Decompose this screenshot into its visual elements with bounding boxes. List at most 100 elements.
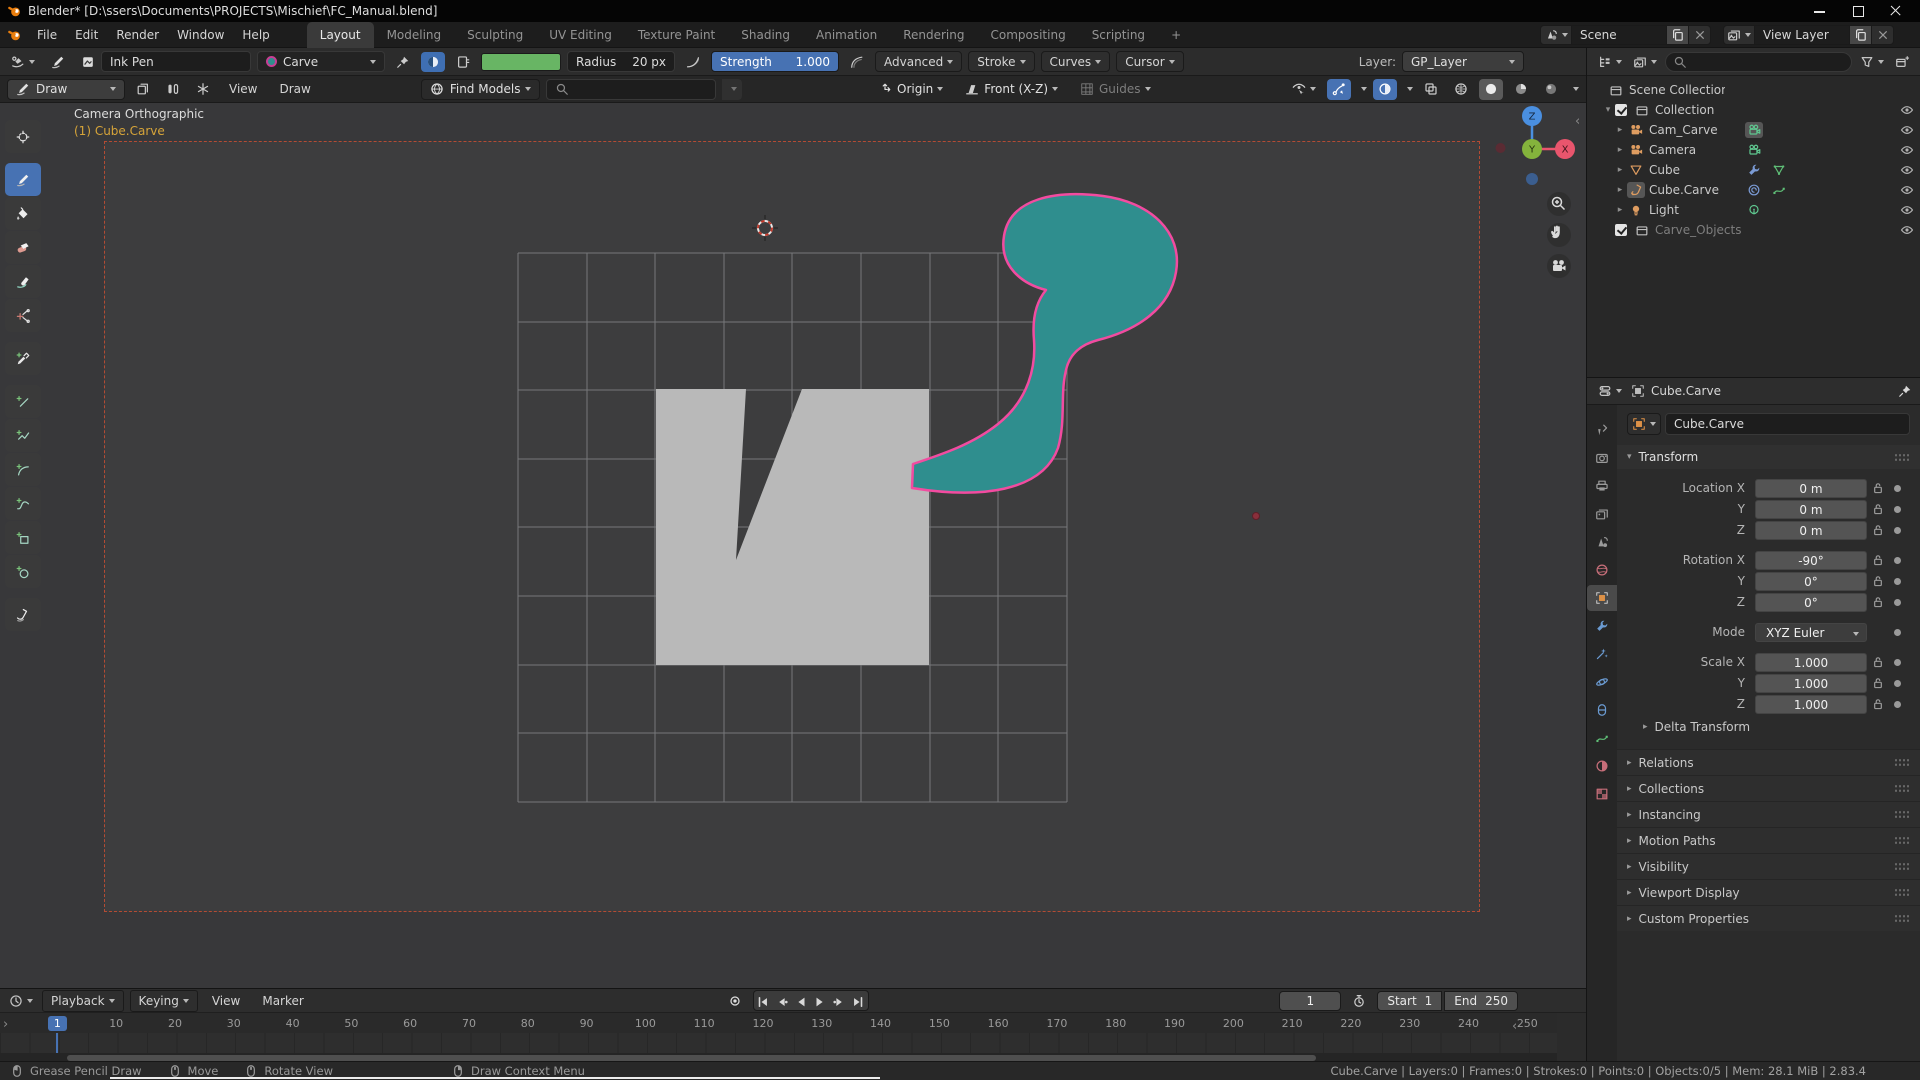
panel-section-instancing[interactable]: ▸ Instancing [1617,801,1920,827]
workspace-tab-rendering[interactable]: Rendering [890,22,977,48]
tablet-pressure-icon[interactable] [451,51,475,72]
hide-eye-icon[interactable] [1900,123,1914,137]
expand-caret[interactable]: ▾ [1601,105,1615,115]
workspace-tab-animation[interactable]: Animation [803,22,890,48]
blender-logo-icon[interactable] [8,28,22,42]
lock-icon[interactable] [1867,655,1889,669]
outliner-row-scene-collection[interactable]: Scene Collection [1587,80,1920,100]
view-layer-name-field[interactable]: View Layer [1754,25,1850,45]
panel-section-visibility[interactable]: ▸ Visibility [1617,853,1920,879]
animate-dot[interactable] [1894,701,1901,708]
hide-eye-icon[interactable] [1900,223,1914,237]
current-frame-line[interactable] [56,1033,58,1053]
workspace-tab-texture-paint[interactable]: Texture Paint [625,22,728,48]
gizmos-toggle[interactable] [1327,79,1351,100]
xray-toggle[interactable] [1419,79,1443,100]
3d-viewport[interactable]: Draw ViewDraw Find Models Origin Front (… [0,76,1586,988]
view-layer-browse-button[interactable] [1723,25,1754,45]
snap-toggle[interactable] [191,79,215,100]
value-slider[interactable]: 0 m [1755,479,1867,498]
scene-copy-button[interactable] [1667,25,1689,45]
outliner-row-carve-objects[interactable]: Carve_Objects [1587,220,1920,240]
search-expand-button[interactable] [722,79,742,100]
transport-play[interactable] [811,991,830,1011]
value-slider[interactable]: XYZ Euler [1755,623,1867,642]
properties-tab-scene[interactable] [1587,529,1617,555]
brush-icon[interactable] [46,51,70,72]
value-slider[interactable]: 0 m [1755,521,1867,540]
drag-handle-icon[interactable] [1894,758,1910,767]
axis-neg-x-ball[interactable] [1496,143,1506,153]
properties-tab-object-data[interactable] [1587,725,1617,751]
tool-button-polyline[interactable] [5,419,41,452]
transport-prev-keyframe[interactable] [773,991,792,1011]
delta-transform-subpanel[interactable]: ▸ Delta Transform [1617,715,1920,739]
properties-tab-output[interactable] [1587,473,1617,499]
zoom-button[interactable] [1547,192,1571,216]
view-layer-copy-button[interactable] [1850,25,1872,45]
lock-icon[interactable] [1867,676,1889,690]
brush-preset-button[interactable] [6,51,40,72]
shading-wireframe-button[interactable] [1449,79,1473,100]
strength-slider[interactable]: Strength1.000 [711,51,839,72]
drag-handle-icon[interactable] [1894,810,1910,819]
minimize-icon[interactable] [1814,5,1826,17]
animate-dot[interactable] [1894,680,1901,687]
tool-button-arc[interactable] [5,453,41,486]
panel-section-motion-paths[interactable]: ▸ Motion Paths [1617,827,1920,853]
tool-button-draw[interactable] [5,163,41,196]
drag-handle-icon[interactable] [1894,453,1910,462]
current-frame-field[interactable]: 1 [1279,991,1341,1011]
tool-button-erase[interactable] [5,231,41,264]
placement-dropdown[interactable]: Origin [870,79,951,100]
wrench-icon[interactable] [1745,162,1763,178]
workspace-tab-shading[interactable]: Shading [728,22,803,48]
timeline-channels[interactable] [0,1033,1557,1053]
strength-falloff-icon[interactable] [845,51,869,72]
drawing-plane-dropdown[interactable]: Front (X-Z) [957,79,1066,100]
animate-dot[interactable] [1894,557,1901,564]
hide-eye-icon[interactable] [1900,143,1914,157]
expand-caret[interactable]: ▸ [1613,145,1627,155]
menu-edit[interactable]: Edit [66,24,107,46]
expand-caret[interactable]: ▸ [1613,165,1627,175]
object-id-icon-button[interactable] [1627,413,1661,435]
shading-solid-button[interactable] [1479,79,1503,100]
find-models-search-input[interactable] [546,79,716,100]
drag-handle-icon[interactable] [1894,888,1910,897]
lock-icon[interactable] [1867,697,1889,711]
workspace-tab-sculpting[interactable]: Sculpting [454,22,536,48]
properties-tab-world[interactable] [1587,557,1617,583]
exclude-checkbox[interactable] [1615,104,1627,116]
timeline-menu-view[interactable]: View [204,991,248,1011]
camera-view-button[interactable] [1547,254,1571,278]
find-models-dropdown[interactable]: Find Models [421,79,540,100]
axis-neg-z-ball[interactable] [1526,173,1538,185]
outliner-row-cube[interactable]: ▸ Cube [1587,160,1920,180]
workspace-tab-compositing[interactable]: Compositing [977,22,1078,48]
animate-dot[interactable] [1894,485,1901,492]
lock-icon[interactable] [1867,481,1889,495]
workspace-tab-scripting[interactable]: Scripting [1079,22,1158,48]
panel-section-custom-properties[interactable]: ▸ Custom Properties [1617,905,1920,931]
properties-tab-effects[interactable] [1587,641,1617,667]
brush-datablock-icon[interactable] [76,51,95,72]
properties-tab-view-layer[interactable] [1587,501,1617,527]
drag-handle-icon[interactable] [1894,836,1910,845]
panel-section-viewport-display[interactable]: ▸ Viewport Display [1617,879,1920,905]
workspace-tab-add-workspace[interactable]: + [1158,22,1194,48]
properties-tab-material[interactable] [1587,753,1617,779]
tool-button-cursor[interactable] [5,120,41,153]
panel-section-relations[interactable]: ▸ Relations [1617,749,1920,775]
vertex-color-swatch[interactable] [481,53,561,71]
menu-help[interactable]: Help [233,24,278,46]
properties-tab-render[interactable] [1587,445,1617,471]
value-slider[interactable]: 1.000 [1755,674,1867,693]
animate-dot[interactable] [1894,599,1901,606]
material-selector[interactable]: Carve [257,51,385,72]
multiframe-toggle[interactable] [131,79,155,100]
hide-eye-icon[interactable] [1900,203,1914,217]
viewport-menu-view[interactable]: View [221,79,265,99]
show-gizmo-dropdown[interactable] [1287,79,1321,100]
hide-eye-icon[interactable] [1900,163,1914,177]
